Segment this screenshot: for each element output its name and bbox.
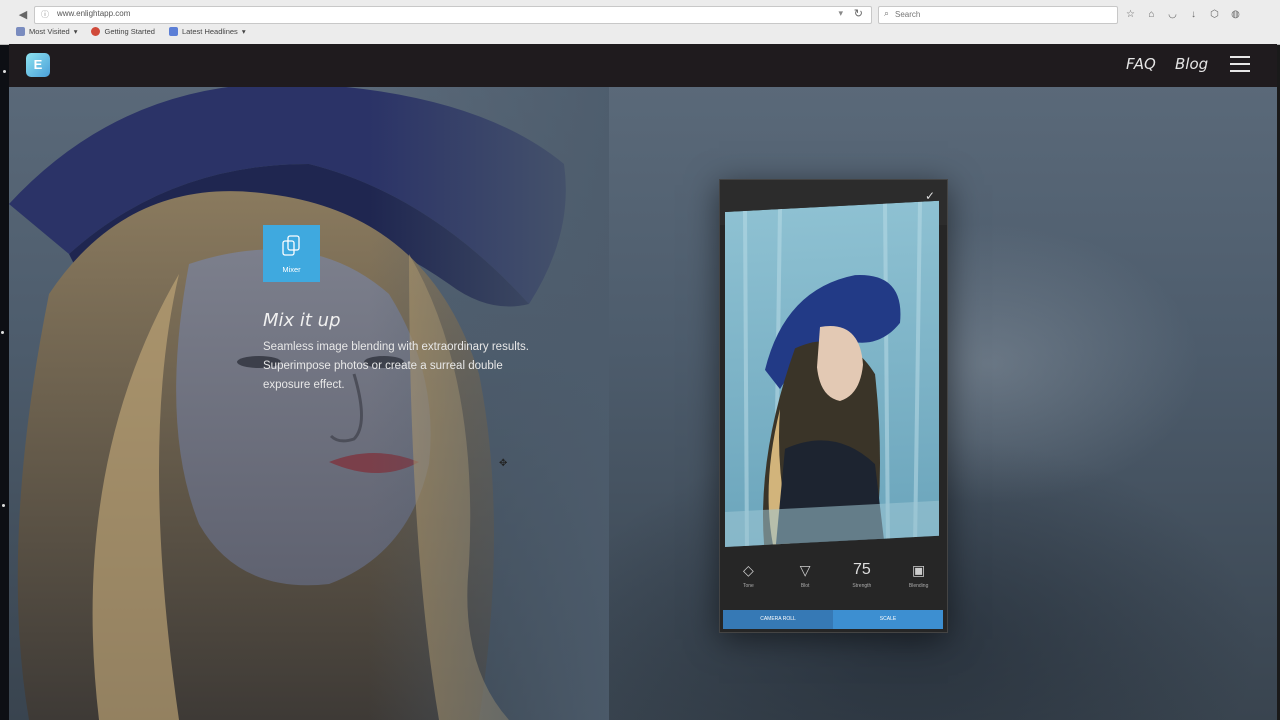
tool-strength: 75 Strength: [842, 560, 882, 589]
menu-icon[interactable]: ◍: [1229, 8, 1242, 21]
tool-label: Blending: [908, 583, 929, 589]
strength-value: 75: [852, 561, 871, 578]
url-text: www.enlightapp.com: [57, 9, 131, 18]
nav-blog-link[interactable]: Blog: [1175, 55, 1208, 73]
home-icon[interactable]: ⌂: [1145, 8, 1158, 21]
tool-label: Tone: [742, 583, 754, 589]
chevron-down-icon: ▾: [73, 27, 78, 36]
tool-label: Strength: [852, 583, 872, 589]
search-input[interactable]: [895, 8, 1095, 20]
mode-camera-roll: CAMERA ROLL: [723, 610, 833, 629]
bookmark-label: Latest Headlines: [181, 27, 238, 36]
mixer-feature-badge: Mixer: [263, 225, 320, 282]
mixer-badge-label: Mixer: [282, 265, 301, 274]
chevron-down-icon: ▾: [241, 27, 246, 36]
star-icon[interactable]: ☆: [1124, 8, 1137, 21]
shield-icon[interactable]: ⬡: [1208, 8, 1221, 21]
bookmark-latest-headlines[interactable]: Latest Headlines ▾: [168, 27, 246, 36]
site-header: E FAQ Blog: [9, 44, 1277, 87]
tool-label: Blot: [800, 583, 810, 589]
layers-icon: ▣: [912, 562, 926, 578]
feature-title: Mix it up: [263, 310, 341, 331]
phone-toolbar: ◇ Tone ▽ Blot 75 Strength ▣ Blending: [720, 552, 947, 608]
hamburger-menu-icon[interactable]: [1230, 56, 1250, 72]
page-info-icon[interactable]: ⓘ: [41, 9, 49, 20]
bookmarks-bar: Most Visited ▾ Getting Started Latest He…: [16, 27, 246, 36]
enlight-logo[interactable]: E: [26, 53, 50, 77]
download-icon[interactable]: ↓: [1187, 8, 1200, 21]
search-bar[interactable]: ⌕: [878, 6, 1118, 24]
brush-icon: ▽: [799, 562, 811, 578]
bookmark-most-visited[interactable]: Most Visited ▾: [16, 27, 77, 36]
drop-icon: ◇: [742, 562, 754, 578]
rss-icon: [168, 27, 178, 36]
url-bar[interactable]: ⓘ www.enlightapp.com ▾ ↻: [34, 6, 872, 24]
search-icon: ⌕: [884, 8, 890, 18]
phone-preview-image: [725, 200, 939, 547]
folder-icon: [16, 27, 25, 36]
browser-toolbar: ◀ ⓘ www.enlightapp.com ▾ ↻ ⌕ ☆ ⌂ ◡ ↓ ⬡ ◍…: [0, 0, 1280, 45]
mouse-cursor-icon: ✥: [499, 458, 508, 469]
bookmark-getting-started[interactable]: Getting Started: [91, 27, 155, 36]
bookmark-label: Getting Started: [104, 27, 155, 36]
feature-description: Seamless image blending with extraordina…: [263, 341, 529, 391]
phone-mockup: Mixer × ✓: [719, 179, 948, 633]
firefox-icon: [91, 27, 101, 36]
url-dropdown-icon[interactable]: ▾: [838, 8, 843, 19]
reload-icon[interactable]: ↻: [854, 7, 863, 20]
back-icon[interactable]: ◀: [16, 8, 30, 22]
tool-blot: ▽ Blot: [785, 560, 825, 589]
mixer-icon: [282, 235, 300, 256]
page: E FAQ Blog Mixer Mix it up Seamless imag…: [9, 44, 1277, 720]
nav-faq-link[interactable]: FAQ: [1126, 55, 1156, 73]
bookmark-label: Most Visited: [29, 27, 70, 36]
phone-mode-bar: CAMERA ROLL SCALE: [723, 610, 943, 629]
desktop-edge: [0, 44, 9, 720]
tool-tone: ◇ Tone: [728, 560, 768, 589]
mode-scale: SCALE: [879, 616, 897, 622]
tool-blending: ▣ Blending: [899, 560, 939, 589]
pocket-icon[interactable]: ◡: [1166, 8, 1179, 21]
toolbar-icons: ☆ ⌂ ◡ ↓ ⬡ ◍: [1124, 8, 1242, 21]
